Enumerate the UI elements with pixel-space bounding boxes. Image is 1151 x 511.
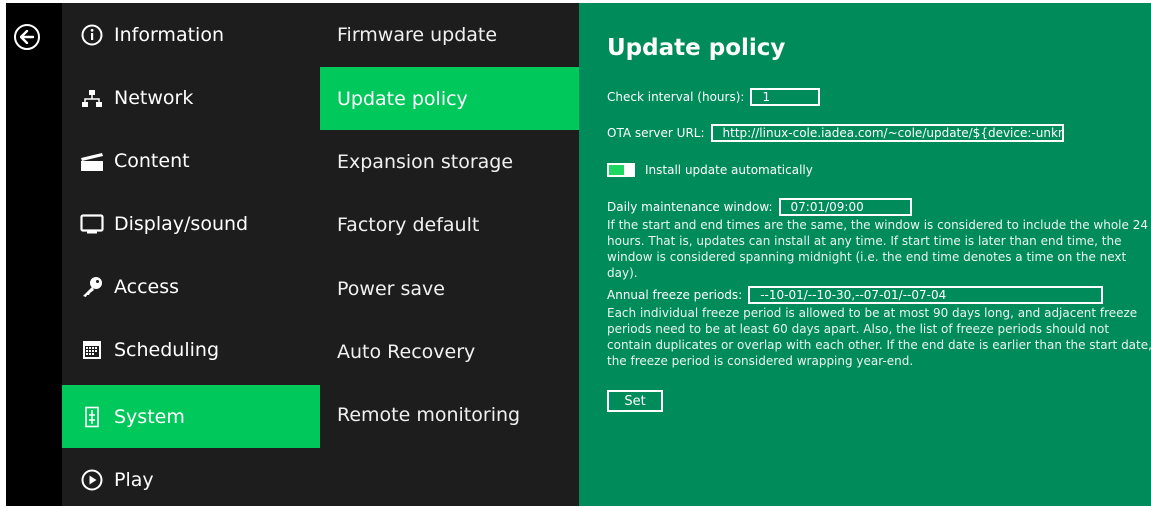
freeze-periods-label: Annual freeze periods: [607,288,743,302]
system-icon [80,405,104,429]
menu-item-label: Scheduling [114,338,220,361]
maintenance-window-help: If the start and end times are the same,… [607,218,1148,280]
auto-install-row: Install update automatically [607,163,813,177]
auto-install-label: Install update automatically [645,163,813,177]
freeze-periods-row: Annual freeze periods: --10-01/--10-30,-… [607,286,1104,304]
settings-pane: Update policy Check interval (hours): 1 … [579,3,1151,506]
maintenance-window-row: Daily maintenance window: 07:01/09:00 [607,198,912,216]
freeze-periods-help: Each individual freeze period is allowed… [607,306,1151,368]
freeze-periods-input[interactable]: --10-01/--10-30,--07-01/--07-04 [748,286,1104,304]
secondary-menu: Firmware update Update policy Expansion … [320,3,579,506]
set-button[interactable]: Set [607,390,663,412]
app-window: Information Network Content Display/soun… [6,3,1151,506]
check-interval-row: Check interval (hours): 1 [607,88,821,106]
monitor-icon [80,212,104,236]
ota-url-label: OTA server URL: [607,126,705,140]
submenu-item-auto-recovery[interactable]: Auto Recovery [320,320,579,383]
menu-item-play[interactable]: Play [62,448,320,511]
menu-item-system[interactable]: System [62,385,320,448]
network-icon [80,86,104,110]
submenu-item-remote-monitoring[interactable]: Remote monitoring [320,383,579,446]
key-icon [80,275,104,299]
submenu-item-update-policy[interactable]: Update policy [320,67,579,130]
menu-item-access[interactable]: Access [62,255,320,318]
back-arrow-icon [20,30,34,44]
maintenance-window-input[interactable]: 07:01/09:00 [778,198,912,216]
menu-item-network[interactable]: Network [62,66,320,129]
ota-url-row: OTA server URL: http://linux-cole.iadea.… [607,124,1064,142]
info-icon [80,23,104,47]
submenu-item-firmware-update[interactable]: Firmware update [320,3,579,66]
clapperboard-icon [80,149,104,173]
menu-item-label: Play [114,468,154,491]
submenu-item-expansion-storage[interactable]: Expansion storage [320,130,579,193]
check-interval-label: Check interval (hours): [607,90,745,104]
maintenance-window-label: Daily maintenance window: [607,200,773,214]
play-icon [80,468,104,492]
toggle-knob [609,165,624,175]
page-title: Update policy [607,35,786,61]
auto-install-toggle[interactable] [607,163,635,177]
ota-url-input[interactable]: http://linux-cole.iadea.com/~cole/update… [710,124,1064,142]
back-rail [6,3,62,506]
check-interval-input[interactable]: 1 [750,88,821,106]
menu-item-label: Display/sound [114,212,249,235]
menu-item-scheduling[interactable]: Scheduling [62,318,320,381]
calendar-icon [80,338,104,362]
menu-item-label: Access [114,275,180,298]
primary-menu: Information Network Content Display/soun… [62,3,320,506]
submenu-item-factory-default[interactable]: Factory default [320,193,579,256]
menu-item-label: Network [114,86,194,109]
back-button[interactable] [14,24,40,50]
menu-item-label: System [114,405,185,428]
menu-item-information[interactable]: Information [62,3,320,66]
menu-item-display-sound[interactable]: Display/sound [62,192,320,255]
menu-item-label: Content [114,149,190,172]
menu-item-content[interactable]: Content [62,129,320,192]
submenu-item-power-save[interactable]: Power save [320,257,579,320]
menu-item-label: Information [114,23,224,46]
